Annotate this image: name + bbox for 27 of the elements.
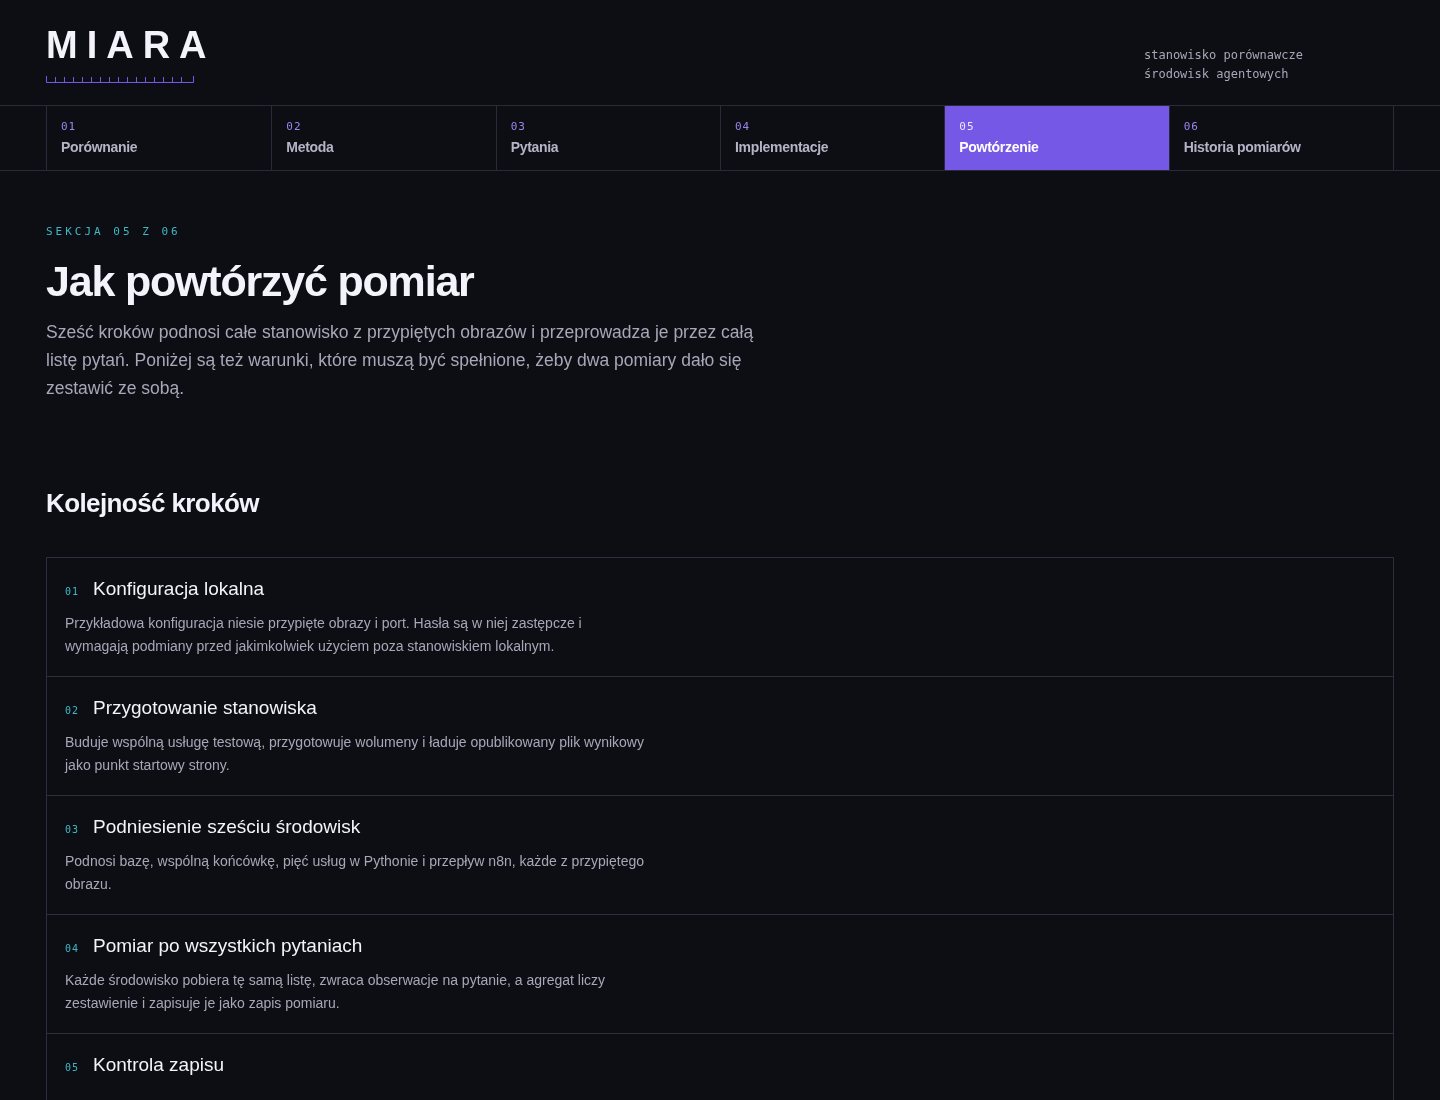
nav-tab[interactable]: 03 Pytania [495,106,720,170]
step-number: 01 [65,586,80,597]
nav-tab[interactable]: 02 Metoda [271,106,496,170]
step-title: Przygotowanie stanowiska [93,697,317,719]
ruler-icon [46,76,194,83]
step-title: Kontrola zapisu [93,1054,224,1076]
intro-paragraph: Sześć kroków podnosi całe stanowisko z przypiętych obrazów i przeprowadza je przez całą listę pytań. Poniżej są też warunki, które muszą być spełnione, żeby dwa pomiary dało się zestawić ze sobą. [46,321,755,400]
tagline: środowisk agentowych [1144,66,1290,83]
page-title: Jak powtórzyć pomiar [46,256,475,307]
step-title: Pomiar po wszystkich pytaniach [93,935,363,957]
step-description: Podnosi bazę, wspólną końcówkę, pięć usług w Pythonie i przepływ n8n, każde z przypiętego obrazu. [65,852,645,894]
section-heading: Kolejność kroków [46,488,261,519]
step-number: 02 [65,705,80,716]
step-title: Podniesienie sześciu środowisk [93,816,361,838]
section-label: SEKCJA 05 Z 06 [46,225,182,238]
step-number: 05 [65,1062,80,1073]
nav-tab[interactable]: 06 Historia pomiarów [1168,106,1393,170]
nav-tab[interactable]: 01 Porównanie [47,106,272,170]
step-number: 03 [65,824,80,835]
step-number: 04 [65,943,80,954]
nav-tab[interactable]: 05 Powtórzenie [944,106,1169,170]
step-description: Buduje wspólną usługę testową, przygotowuje wolumeny i ładuje opublikowany plik wynikowy jako punkt startowy strony. [65,733,645,775]
step-description: Każde środowisko pobiera tę samą listę, zwraca obserwacje na pytanie, a agregat liczy zestawienie i zapisuje je jako zapis pomiaru. [65,971,607,1013]
logo: MIARA [46,26,216,64]
tagline: stanowisko porównawcze [1144,47,1304,64]
step-title: Konfiguracja lokalna [93,578,265,600]
step-description: Przykładowa konfiguracja niesie przypięte obrazy i port. Hasła są w niej zastępcze i wymagają podmiany przed jakimkolwiek użyciem poza stanowiskiem lokalnym. [65,614,583,656]
